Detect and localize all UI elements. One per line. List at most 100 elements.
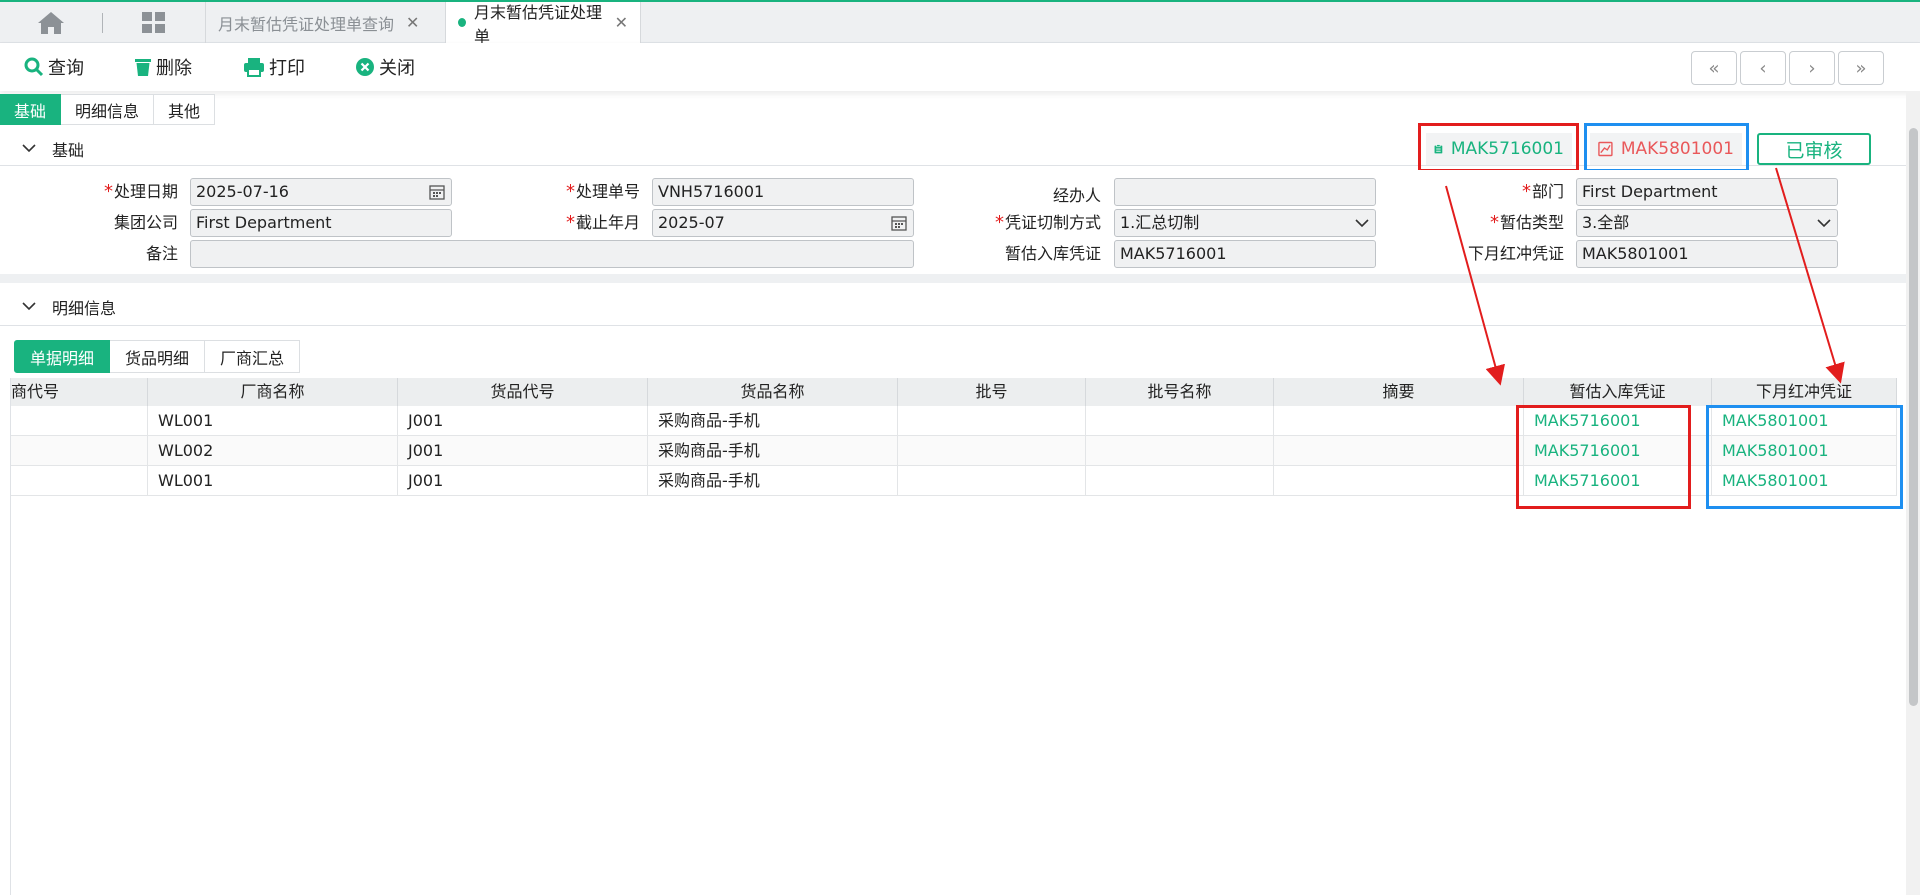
blue-highlight-box	[1706, 405, 1903, 509]
last-record-button[interactable]: »	[1838, 51, 1884, 85]
handler-field[interactable]	[1114, 178, 1376, 206]
calendar-icon[interactable]	[891, 215, 907, 231]
delete-button[interactable]: 删除	[134, 53, 192, 81]
tab-separator	[102, 13, 103, 33]
grid-cell[interactable]	[898, 406, 1086, 436]
grid-cell[interactable]	[11, 406, 148, 436]
cutoff-label: *截止年月	[565, 212, 640, 233]
chevron-down-icon	[22, 144, 36, 153]
grid-cell[interactable]: WL001	[148, 466, 398, 496]
tab-bar: 月末暂估凭证处理单查询 ✕ 月末暂估凭证处理单 ✕	[0, 0, 1920, 46]
tab-doc-detail[interactable]: 单据明细	[14, 340, 111, 373]
grid-cell[interactable]	[1086, 436, 1274, 466]
split-select[interactable]: 1.汇总切制	[1114, 209, 1376, 237]
grid-cell[interactable]	[1274, 406, 1524, 436]
close-button[interactable]: 关闭	[355, 53, 415, 81]
red-voucher-field[interactable]: MAK5801001	[1576, 240, 1838, 268]
calendar-icon[interactable]	[429, 184, 445, 200]
split-label: *凭证切制方式	[994, 212, 1101, 233]
detail-tab-bar: 单据明细 货品明细 厂商汇总	[14, 340, 301, 373]
cutoff-field[interactable]: 2025-07	[652, 209, 914, 237]
column-header[interactable]: 厂商名称	[148, 378, 398, 406]
chevron-down-icon	[1355, 219, 1369, 228]
column-header[interactable]: 批号	[898, 378, 1086, 406]
delete-label: 删除	[156, 58, 192, 79]
grid-cell[interactable]: 采购商品-手机	[648, 436, 898, 466]
grid-cell[interactable]: WL001	[148, 406, 398, 436]
grid-cell[interactable]	[1274, 466, 1524, 496]
process-no-label: *处理单号	[565, 181, 640, 202]
section-detail-header[interactable]: 明细信息	[0, 288, 1906, 326]
query-button[interactable]: 查询	[24, 53, 84, 81]
subtab-basic[interactable]: 基础	[0, 94, 62, 125]
chevron-down-icon	[1817, 219, 1831, 228]
remark-label: 备注	[145, 244, 178, 263]
est-type-label: *暂估类型	[1489, 212, 1564, 233]
tab-vendor-summary[interactable]: 厂商汇总	[205, 340, 301, 373]
column-header[interactable]: 摘要	[1274, 378, 1524, 406]
group-field[interactable]: First Department	[190, 209, 452, 237]
grid-cell[interactable]: 采购商品-手机	[648, 466, 898, 496]
column-header[interactable]: 商代号	[11, 378, 148, 406]
column-header[interactable]: 批号名称	[1086, 378, 1274, 406]
tab-label: 月末暂估凭证处理单	[474, 2, 603, 46]
column-header[interactable]: 暂估入库凭证	[1524, 378, 1712, 406]
status-badge: 已审核	[1757, 133, 1871, 165]
close-icon[interactable]: ✕	[615, 13, 628, 32]
red-highlight-box	[1516, 405, 1691, 509]
remark-field[interactable]	[190, 240, 914, 268]
grid-cell[interactable]	[11, 466, 148, 496]
section-title: 明细信息	[52, 298, 117, 318]
close-circle-icon	[356, 58, 374, 76]
grid-cell[interactable]	[1086, 406, 1274, 436]
next-record-button[interactable]: ›	[1789, 51, 1835, 85]
printer-icon	[244, 58, 264, 77]
home-icon[interactable]	[36, 10, 66, 36]
close-icon[interactable]: ✕	[406, 13, 419, 32]
section-title: 基础	[52, 140, 85, 160]
query-label: 查询	[48, 58, 84, 79]
grid-cell[interactable]: 采购商品-手机	[648, 406, 898, 436]
group-label: 集团公司	[113, 213, 178, 232]
grid-cell[interactable]: J001	[398, 436, 648, 466]
dept-label: *部门	[1521, 181, 1564, 202]
close-label: 关闭	[379, 58, 415, 79]
grid-cell[interactable]	[1086, 466, 1274, 496]
first-record-button[interactable]: «	[1691, 51, 1737, 85]
grid-cell[interactable]	[898, 436, 1086, 466]
toolbar: 查询 删除 打印 关闭 « ‹ › »	[0, 43, 1920, 91]
tab-goods-detail[interactable]: 货品明细	[110, 340, 206, 373]
print-button[interactable]: 打印	[243, 53, 305, 81]
subtab-detail[interactable]: 明细信息	[61, 94, 155, 125]
basic-form: *处理日期 2025-07-16 *处理单号 VNH5716001 经办人 *部…	[0, 170, 1906, 274]
grid-cell[interactable]: J001	[398, 406, 648, 436]
grid-cell[interactable]	[1274, 436, 1524, 466]
vertical-scrollbar[interactable]	[1906, 91, 1920, 895]
grid-cell[interactable]: WL002	[148, 436, 398, 466]
est-type-select[interactable]: 3.全部	[1576, 209, 1838, 237]
search-icon	[24, 57, 44, 77]
chevron-down-icon	[22, 302, 36, 311]
column-header[interactable]: 货品代号	[398, 378, 648, 406]
grid-cell[interactable]	[11, 436, 148, 466]
grid-cell[interactable]	[898, 466, 1086, 496]
red-voucher-label: 下月红冲凭证	[1467, 244, 1564, 263]
apps-grid-icon[interactable]	[142, 12, 166, 34]
dept-field[interactable]: First Department	[1576, 178, 1838, 206]
subtab-other[interactable]: 其他	[154, 94, 216, 125]
red-highlight-box	[1418, 123, 1579, 172]
column-header[interactable]: 货品名称	[648, 378, 898, 406]
grid-cell[interactable]: J001	[398, 466, 648, 496]
tab-voucher-query[interactable]: 月末暂估凭证处理单查询 ✕	[205, 2, 445, 43]
section-divider	[0, 274, 1906, 283]
process-no-field[interactable]: VNH5716001	[652, 178, 914, 206]
column-header[interactable]: 下月红冲凭证	[1712, 378, 1897, 406]
scrollbar-thumb[interactable]	[1909, 128, 1918, 706]
tab-voucher-form[interactable]: 月末暂估凭证处理单 ✕	[445, 2, 641, 46]
prev-record-button[interactable]: ‹	[1740, 51, 1786, 85]
blue-highlight-box	[1584, 123, 1749, 172]
in-voucher-field[interactable]: MAK5716001	[1114, 240, 1376, 268]
process-date-field[interactable]: 2025-07-16	[190, 178, 452, 206]
tab-label: 月末暂估凭证处理单查询	[218, 14, 395, 34]
print-label: 打印	[269, 58, 305, 79]
